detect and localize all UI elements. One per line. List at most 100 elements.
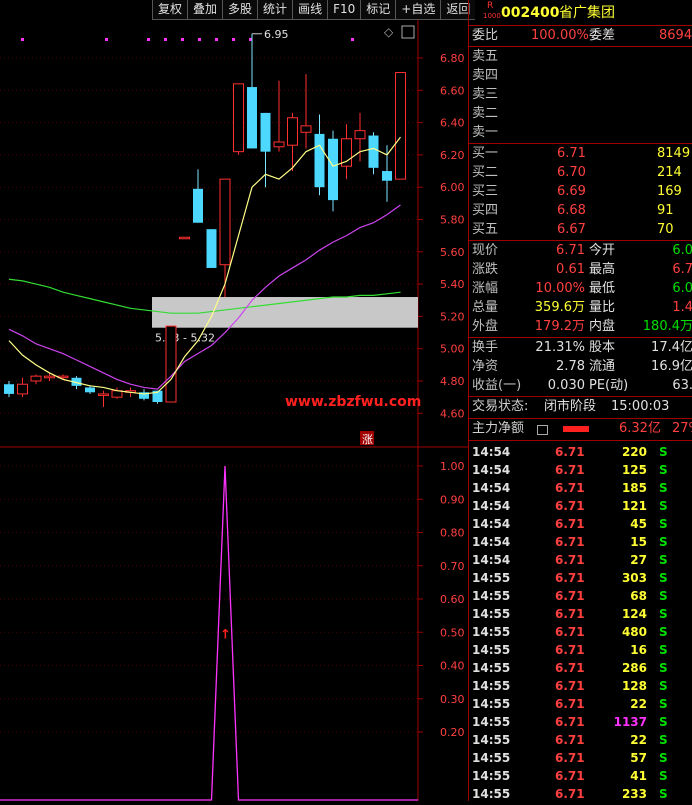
band-label: 5.13 - 5.32 <box>155 332 215 345</box>
bid-volume: 70 <box>657 222 674 237</box>
tick-side: S <box>659 625 668 639</box>
finance-value: 2.78 <box>556 359 585 374</box>
tick-price: 6.71 <box>555 643 585 657</box>
price-tick-label: 5.20 <box>440 310 465 323</box>
quote-value: 180.4万 <box>642 319 692 334</box>
toolbar-button[interactable]: 叠加 <box>187 0 223 20</box>
bid-label: 买二 <box>472 165 499 180</box>
finance-row: 净资 2.78 流通 16.9亿 <box>469 358 692 376</box>
tick-time: 14:55 <box>472 769 511 783</box>
quote-row: 总量 359.6万 量比 1.4 <box>469 299 692 317</box>
tick-row: 14:55 6.71 128 S <box>469 677 692 695</box>
flow-bar-icon <box>563 426 589 432</box>
tick-side: S <box>659 679 668 693</box>
tick-time: 14:55 <box>472 733 511 747</box>
indicator-line <box>0 465 418 801</box>
tick-price: 6.71 <box>555 769 585 783</box>
indicator-tick-label: 0.20 <box>440 726 465 739</box>
toolbar-button[interactable]: 多股 <box>222 0 258 20</box>
bid-label: 买一 <box>472 146 499 161</box>
tick-volume: 233 <box>621 787 647 801</box>
tick-price: 6.71 <box>555 751 585 765</box>
trade-status-time: 15:00:03 <box>611 399 670 414</box>
candle-body <box>165 325 177 403</box>
marker-dot <box>164 38 167 41</box>
price-band <box>152 297 418 328</box>
tick-row: 14:54 6.71 27 S <box>469 551 692 569</box>
stock-badge-bottom: 1000 <box>483 12 501 20</box>
tick-time: 14:54 <box>472 499 511 513</box>
candle-body <box>287 117 298 146</box>
price-tick-label: 6.60 <box>440 84 465 97</box>
tick-volume: 22 <box>630 733 647 747</box>
toolbar-button[interactable]: 画线 <box>292 0 328 20</box>
kline-chart[interactable]: 6.80 6.60 6.40 6.20 6.00 5.80 5.60 5.40 5.20 5.00… <box>0 20 468 801</box>
quote-panel: R 1000 002400 省广集团 委比 100.00% 委差 8694 卖五… <box>468 0 692 801</box>
quote-label: 外盘 <box>472 319 499 334</box>
ask-label: 卖三 <box>472 87 499 102</box>
bid-row: 买四 6.68 91 <box>469 202 692 220</box>
tick-row: 14:55 6.71 1137 S <box>469 713 692 731</box>
tick-price: 6.71 <box>555 463 585 477</box>
stock-name: 省广集团 <box>559 5 615 21</box>
tick-side: S <box>659 481 668 495</box>
settings-box-icon <box>401 25 415 39</box>
ask-label: 卖五 <box>472 49 499 64</box>
toolbar-button[interactable]: 复权 <box>152 0 188 20</box>
tick-price: 6.71 <box>555 553 585 567</box>
candle-body <box>273 141 285 148</box>
tick-time: 14:55 <box>472 787 511 801</box>
ask-label: 卖四 <box>472 68 499 83</box>
quote-label: 现价 <box>472 243 499 258</box>
finance-value: 0.030 <box>547 378 585 393</box>
tick-row: 14:55 6.71 22 S <box>469 731 692 749</box>
tick-volume: 220 <box>621 445 647 459</box>
indicator-tick-label: 0.90 <box>440 493 465 506</box>
quote-label: 总量 <box>472 300 499 315</box>
toolbar-button[interactable]: 统计 <box>257 0 293 20</box>
finance-value: 63. <box>672 378 692 393</box>
price-tick-label: 5.60 <box>440 246 465 259</box>
toolbar-button[interactable]: 标记 <box>360 0 396 20</box>
candle-body <box>206 229 217 268</box>
tick-time: 14:55 <box>472 625 511 639</box>
diamond-icon: ◇ <box>384 25 394 39</box>
candle-body <box>4 384 14 394</box>
toolbar-button[interactable]: F10 <box>327 0 361 20</box>
tick-time: 14:55 <box>472 607 511 621</box>
marker-dot <box>198 38 201 41</box>
high-label: 6.95 <box>264 28 289 41</box>
marker-dot <box>147 38 150 41</box>
tick-volume: 303 <box>621 571 647 585</box>
candle-body <box>314 133 325 188</box>
price-tick-label: 4.80 <box>440 375 465 388</box>
candle-body <box>193 188 203 223</box>
stock-badge-top: R <box>487 1 494 11</box>
tick-time: 14:54 <box>472 517 511 531</box>
bid-row: 买五 6.67 70 <box>469 221 692 239</box>
bid-label: 买三 <box>472 184 499 199</box>
candle-body <box>382 171 392 181</box>
kline-chart-canvas[interactable]: 6.80 6.60 6.40 6.20 6.00 5.80 5.60 5.40 5.20 5.00… <box>0 20 468 801</box>
tick-volume: 15 <box>630 535 647 549</box>
indicator-tick-label: 0.70 <box>440 560 465 573</box>
trade-status-value: 闭市阶段 <box>544 399 597 414</box>
commission-diff: 8694 <box>659 28 692 43</box>
tick-row: 14:55 6.71 57 S <box>469 749 692 767</box>
tick-price: 6.71 <box>555 697 585 711</box>
tick-price: 6.71 <box>555 733 585 747</box>
tick-row: 14:55 6.71 22 S <box>469 695 692 713</box>
finance-label: 收益(一) <box>472 378 522 393</box>
flow-detail-icon[interactable] <box>537 425 548 435</box>
tick-side: S <box>659 589 668 603</box>
tick-side: S <box>659 553 668 567</box>
candle-body <box>233 83 244 153</box>
main-flow-value: 6.32亿 <box>619 421 661 436</box>
tick-volume: 27 <box>630 553 647 567</box>
finance-label: 流通 <box>589 359 616 374</box>
candle-body <box>30 375 42 382</box>
toolbar-button[interactable]: +自选 <box>395 0 441 20</box>
commission-ratio: 100.00% <box>531 28 589 43</box>
bid-label: 买五 <box>472 222 499 237</box>
commission-row: 委比 100.00% 委差 8694 <box>469 27 692 45</box>
